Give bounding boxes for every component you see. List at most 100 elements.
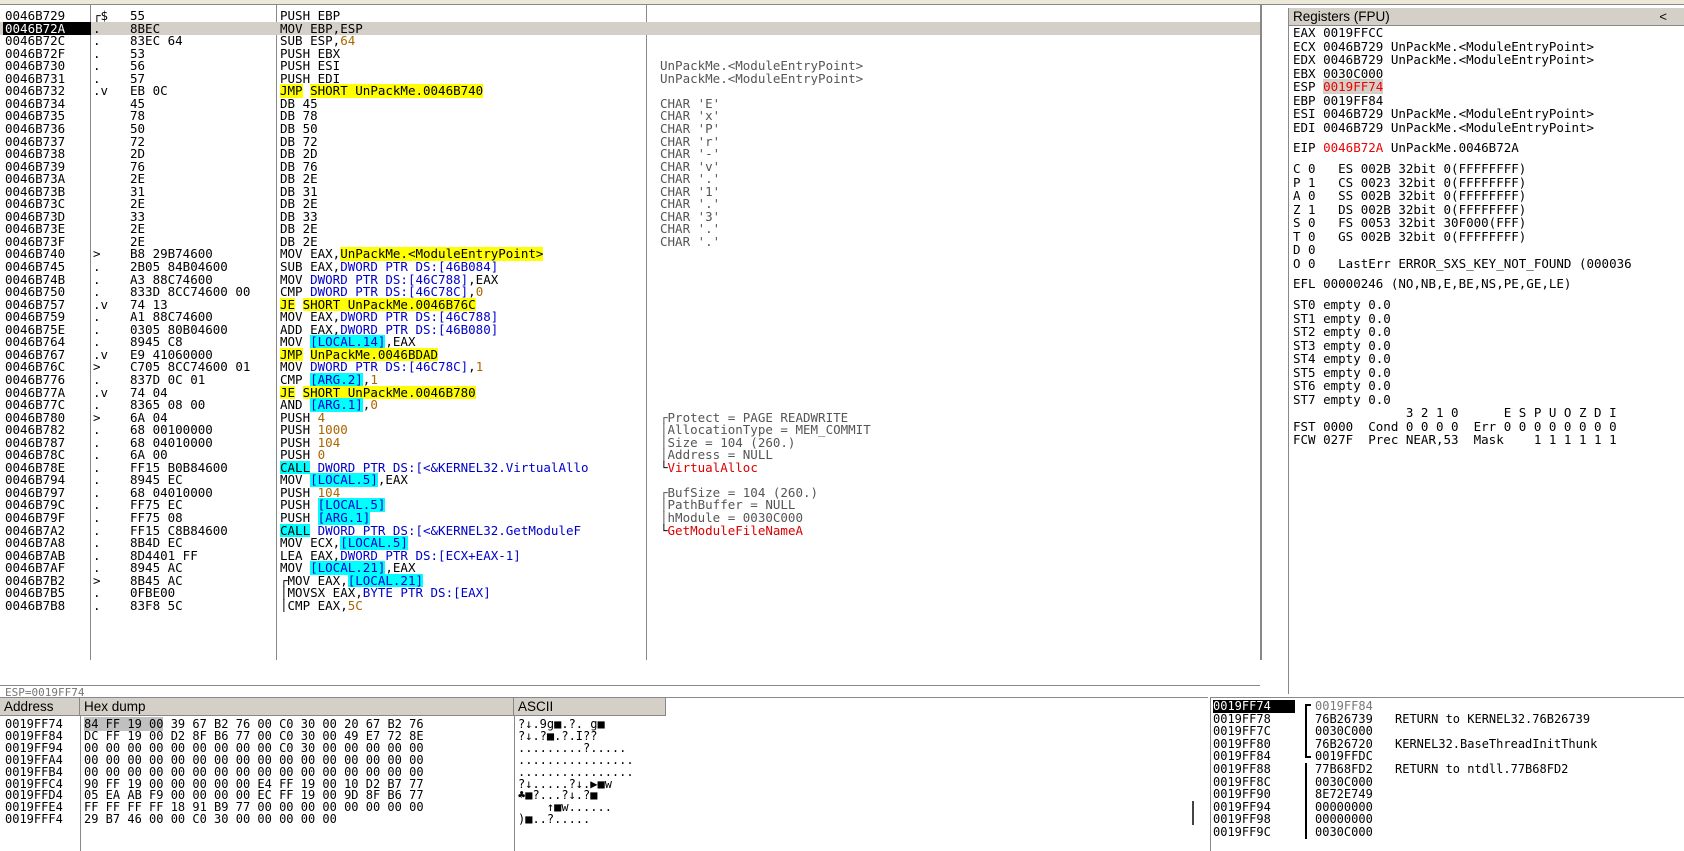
disasm-row[interactable]: 0046B787. 68 04010000 PUSH 104 │Size = 104 …	[0, 436, 1260, 450]
hex-bytes-cell[interactable]: FF15 C8B84600	[130, 524, 278, 538]
address-cell[interactable]: 0046B794	[5, 473, 89, 487]
disasm-row[interactable]: 0046B745. 2B05 84B04600 SUB EAX,DWORD PTR …	[0, 260, 1260, 274]
stack-row[interactable]: 0019FF98 00000000	[1211, 813, 1684, 826]
stack-value[interactable]: 0019FF84	[1315, 700, 1373, 713]
dump-header-hex[interactable]: Hex dump	[80, 698, 514, 716]
instruction-cell[interactable]: DB 33	[280, 210, 645, 224]
stack-row[interactable]: 0019FF8C 0030C000	[1211, 776, 1684, 789]
stack-address[interactable]: 0019FF90	[1213, 788, 1295, 801]
address-cell[interactable]: 0046B7AB	[5, 549, 89, 563]
register-line[interactable]: EFL 00000246 (NO,NB,E,BE,NS,PE,GE,LE)	[1293, 277, 1571, 291]
comment-cell[interactable]: CHAR 'x'	[660, 109, 1250, 123]
disasm-row[interactable]: 0046B776. 837D 0C 01 CMP [ARG.2],1	[0, 372, 1260, 387]
hex-bytes-cell[interactable]: 0FBE00	[130, 586, 278, 600]
register-line[interactable]: 3 2 1 0 E S P U O Z D I	[1293, 406, 1617, 420]
register-line[interactable]: FST 0000 Cond 0 0 0 0 Err 0 0 0 0 0 0 0 …	[1293, 419, 1617, 434]
register-line[interactable]: EBP 0019FF84	[1293, 93, 1383, 108]
address-cell[interactable]: 0046B740	[5, 247, 89, 261]
instruction-cell[interactable]: LEA EAX,DWORD PTR DS:[ECX+EAX-1]	[280, 549, 645, 563]
address-cell[interactable]: 0046B729	[5, 9, 89, 23]
disasm-row[interactable]: 0046B731. 57 PUSH EDI UnPackMe.<ModuleEntry…	[0, 72, 1260, 86]
address-cell[interactable]: 0046B78E	[5, 461, 89, 475]
hex-bytes-cell[interactable]: 50	[130, 122, 278, 136]
dump-address[interactable]: 0019FFF4	[5, 813, 63, 826]
disasm-row[interactable]: 0046B7A2. FF15 C8B84600 CALL DWORD PTR DS:…	[0, 523, 1260, 538]
register-line[interactable]: EIP 0046B72A UnPackMe.0046B72A	[1293, 141, 1519, 155]
disasm-row[interactable]: 0046B73C 2E DB 2E CHAR '.'	[0, 197, 1260, 211]
register-line[interactable]: ESI 0046B729 UnPackMe.<ModuleEntryPoint>	[1293, 107, 1594, 121]
instruction-cell[interactable]: PUSH EBX	[280, 47, 645, 61]
address-cell[interactable]: 0046B767	[5, 348, 89, 362]
instruction-cell[interactable]: DB 78	[280, 109, 645, 123]
instruction-cell[interactable]: PUSH EDI	[280, 72, 645, 86]
hex-bytes-cell[interactable]: 45	[130, 97, 278, 111]
instruction-cell[interactable]: │CMP EAX,5C	[280, 599, 645, 613]
disasm-row[interactable]: 0046B794. 8945 EC MOV [LOCAL.5],EAX	[0, 473, 1260, 487]
hex-bytes-cell[interactable]: 74 13	[130, 298, 278, 312]
stack-address[interactable]: 0019FF74	[1213, 700, 1295, 713]
comment-cell[interactable]: CHAR '.'	[660, 197, 1250, 211]
instruction-cell[interactable]: PUSH 0	[280, 448, 645, 462]
hex-bytes-cell[interactable]: 74 04	[130, 386, 278, 400]
address-cell[interactable]: 0046B787	[5, 436, 89, 450]
instruction-cell[interactable]: PUSH 104	[280, 486, 645, 500]
disasm-row[interactable]: 0046B77A .v 74 04 JE SHORT UnPackMe.0046B78…	[0, 385, 1260, 400]
instruction-cell[interactable]: CALL DWORD PTR DS:[<&KERNEL32.VirtualAll…	[280, 460, 645, 475]
comment-cell[interactable]: CHAR '.'	[660, 235, 1250, 249]
dump-vertical-scrollbar-thumb[interactable]	[1192, 801, 1194, 825]
disasm-row[interactable]: 0046B76C > C705 8CC74600 01 MOV DWORD PTR D…	[0, 360, 1260, 374]
instruction-cell[interactable]: DB 2E	[280, 197, 645, 211]
disasm-row[interactable]: 0046B759. A1 88C74600 MOV EAX,DWORD PTR DS…	[0, 310, 1260, 324]
register-line[interactable]: Z 1 DS 002B 32bit 0(FFFFFFFF)	[1293, 202, 1526, 217]
hex-bytes-cell[interactable]: 2E	[130, 172, 278, 186]
comment-cell[interactable]: CHAR '.'	[660, 172, 1250, 186]
disasm-row[interactable]: 0046B7AF. 8945 AC MOV [LOCAL.21],EAX	[0, 561, 1260, 575]
address-cell[interactable]: 0046B732	[5, 84, 89, 98]
instruction-cell[interactable]: CALL DWORD PTR DS:[<&KERNEL32.GetModuleF	[280, 523, 645, 538]
cpu-disassembly-pane[interactable]: 0046B729 ┌$ 55 PUSH EBP 0046B72A. 8BEC MOV EBP…	[0, 5, 1262, 660]
instruction-cell[interactable]: PUSH 4	[280, 411, 645, 425]
hex-bytes-cell[interactable]: 55	[130, 9, 278, 23]
register-line[interactable]: O 0 LastErr ERROR_SXS_KEY_NOT_FOUND (000…	[1293, 256, 1632, 271]
hex-bytes-cell[interactable]: 68 04010000	[130, 486, 278, 500]
hex-bytes-cell[interactable]: 8365 08 00	[130, 398, 278, 412]
disasm-row[interactable]: 0046B730. 56 PUSH ESI UnPackMe.<ModuleEntry…	[0, 59, 1260, 73]
disasm-row[interactable]: 0046B7B2 >8B45 AC ┌MOV EAX,[LOCAL.21]	[0, 573, 1260, 588]
comment-cell[interactable]: CHAR '1'	[660, 185, 1250, 199]
disasm-row[interactable]: 0046B79C. FF75 EC PUSH [LOCAL.5] │PathBuffe…	[0, 498, 1260, 512]
dump-header-address[interactable]: Address	[0, 698, 80, 716]
address-cell[interactable]: 0046B7AF	[5, 561, 89, 575]
hex-bytes-cell[interactable]: 2E	[130, 197, 278, 211]
registers-title-bar[interactable]: Registers (FPU) <	[1289, 8, 1684, 26]
hex-bytes-cell[interactable]: FF75 EC	[130, 498, 278, 512]
disasm-row[interactable]: 0046B739 76 DB 76 CHAR 'v'	[0, 160, 1260, 174]
address-cell[interactable]: 0046B72C	[5, 34, 89, 48]
stack-row[interactable]: 0019FF7C 0030C000	[1211, 725, 1684, 738]
register-line[interactable]: ST0 empty 0.0	[1293, 298, 1391, 312]
address-cell[interactable]: 0046B73B	[5, 185, 89, 199]
instruction-cell[interactable]: SUB EAX,DWORD PTR DS:[46B084]	[280, 260, 645, 274]
disasm-row[interactable]: 0046B73D 33 DB 33 CHAR '3'	[0, 210, 1260, 224]
instruction-cell[interactable]: PUSH [ARG.1]	[280, 511, 645, 525]
hex-bytes-cell[interactable]: 57	[130, 72, 278, 86]
comment-cell[interactable]: CHAR '3'	[660, 210, 1250, 224]
register-line[interactable]: EDI 0046B729 UnPackMe.<ModuleEntryPoint>	[1293, 120, 1594, 135]
hex-bytes-cell[interactable]: 2E	[130, 222, 278, 236]
disasm-row[interactable]: 0046B764. 8945 C8 MOV [LOCAL.14],EAX	[0, 335, 1260, 349]
instruction-cell[interactable]: DB 72	[280, 135, 645, 149]
address-cell[interactable]: 0046B759	[5, 310, 89, 324]
disasm-row[interactable]: 0046B780 >6A 04 PUSH 4 ┌Protect = PAGE_READ…	[0, 411, 1260, 425]
register-line[interactable]: A 0 SS 002B 32bit 0(FFFFFFFF)	[1293, 189, 1526, 203]
hex-bytes-cell[interactable]: 8945 C8	[130, 335, 278, 349]
hex-bytes-cell[interactable]: C705 8CC74600 01	[130, 360, 278, 374]
disasm-row[interactable]: 0046B73E 2E DB 2E CHAR '.'	[0, 222, 1260, 236]
hex-dump-pane[interactable]: Address Hex dump ASCII 0019FF74 84 FF 19 …	[0, 697, 1208, 851]
comment-cell[interactable]: CHAR 'r'	[660, 135, 1250, 149]
address-cell[interactable]: 0046B734	[5, 97, 89, 111]
instruction-cell[interactable]: MOV DWORD PTR DS:[46C788],EAX	[280, 273, 645, 287]
disasm-row[interactable]: 0046B72C. 83EC 64 SUB ESP,64	[0, 34, 1260, 48]
instruction-cell[interactable]: ┌MOV EAX,[LOCAL.21]	[280, 573, 645, 588]
register-line[interactable]: ST5 empty 0.0	[1293, 365, 1391, 380]
comment-cell[interactable]: UnPackMe.<ModuleEntryPoint>	[660, 72, 1250, 86]
comment-cell[interactable]: CHAR 'P'	[660, 122, 1250, 136]
